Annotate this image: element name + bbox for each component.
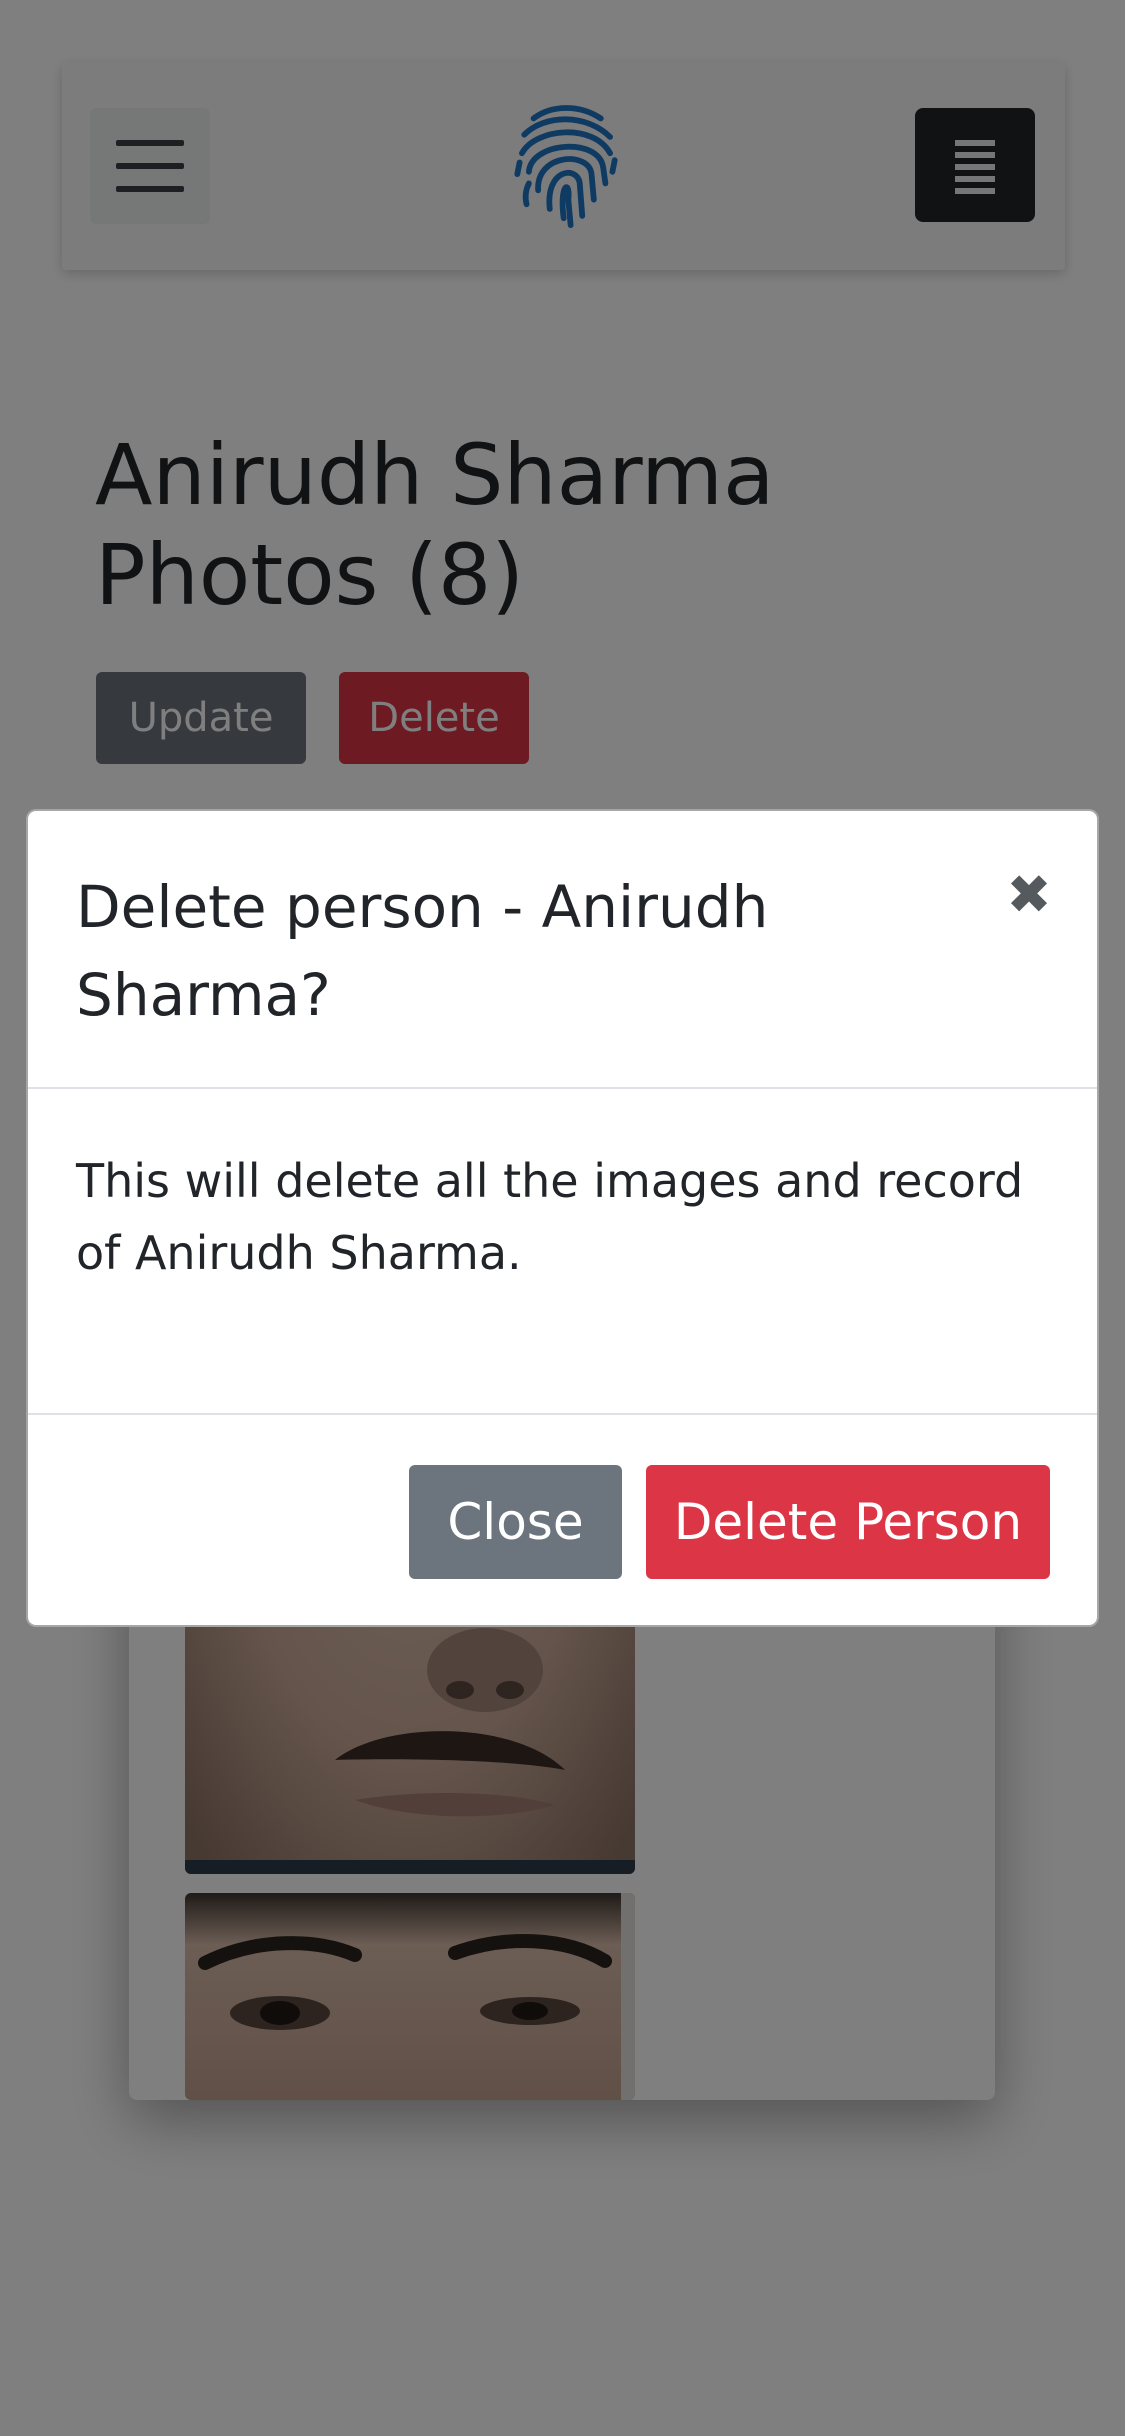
modal-title: Delete person - Anirudh Sharma? — [76, 873, 769, 1029]
modal-footer: Close Delete Person — [28, 1415, 1097, 1625]
delete-person-button[interactable]: Delete Person — [646, 1465, 1050, 1579]
modal-header: Delete person - Anirudh Sharma? ✖ — [28, 811, 1097, 1089]
delete-person-modal: Delete person - Anirudh Sharma? ✖ This w… — [26, 809, 1099, 1627]
modal-body: This will delete all the images and reco… — [28, 1089, 1097, 1415]
close-icon[interactable]: ✖ — [1003, 868, 1055, 922]
close-button[interactable]: Close — [409, 1465, 622, 1579]
modal-body-text: This will delete all the images and reco… — [76, 1154, 1024, 1280]
